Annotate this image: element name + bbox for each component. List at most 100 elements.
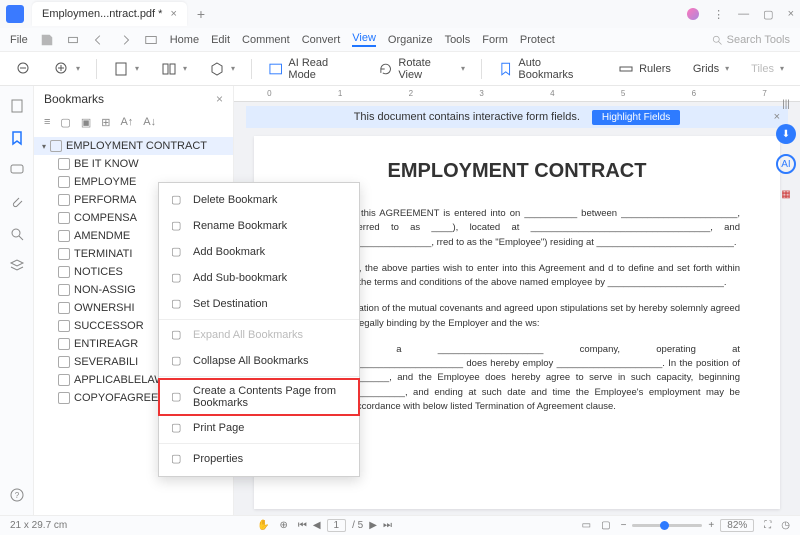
zoom-out-icon[interactable]: − [621, 520, 627, 531]
fullscreen-icon[interactable]: ⛶ [764, 520, 771, 531]
menu-organize[interactable]: Organize [388, 34, 433, 46]
context-menu-item[interactable]: ▢Properties [159, 446, 359, 472]
thumbnails-icon[interactable] [9, 98, 25, 114]
context-menu-item[interactable]: ▢Add Sub-bookmark [159, 265, 359, 291]
close-window-icon[interactable]: × [788, 8, 794, 20]
context-menu-item[interactable]: ▢Create a Contents Page from Bookmarks [159, 379, 359, 415]
page-mode-button[interactable]: ▾ [155, 57, 193, 81]
undo-icon[interactable] [92, 33, 106, 47]
page-layout-button[interactable]: ▾ [107, 57, 145, 81]
next-page-icon[interactable]: ▶ [369, 520, 377, 531]
menu-convert[interactable]: Convert [302, 34, 341, 46]
new-tab-button[interactable]: + [197, 6, 205, 22]
attachments-icon[interactable] [9, 194, 25, 210]
menu-tools[interactable]: Tools [445, 34, 471, 46]
bookmarks-panel-title: Bookmarks [44, 92, 104, 106]
context-menu-item[interactable]: ▢Add Bookmark [159, 239, 359, 265]
highlight-fields-button[interactable]: Highlight Fields [592, 110, 680, 125]
status-bar: 21 x 29.7 cm ✋ ⊕ ⏮ ◀ 1 / 5 ▶ ⏭ ▭ ▢ − + 8… [0, 515, 800, 535]
file-menu[interactable]: File [10, 34, 28, 46]
close-tab-icon[interactable]: × [170, 8, 176, 20]
rulers-button[interactable]: Rulers [612, 57, 677, 81]
doc-paragraph: KNOWN , that this AGREEMENT is entered i… [294, 207, 740, 250]
context-menu-item[interactable]: ▢Set Destination [159, 291, 359, 317]
minimize-icon[interactable]: — [738, 8, 749, 20]
search-panel-icon[interactable] [9, 226, 25, 242]
bm-delete-icon[interactable]: ▣ [81, 116, 91, 129]
mail-icon[interactable] [144, 33, 158, 47]
menu-home[interactable]: Home [170, 34, 199, 46]
horizontal-ruler: 01234567 [234, 86, 800, 102]
tab-title: Employmen...ntract.pdf * [42, 8, 162, 20]
bookmarks-icon[interactable] [9, 130, 25, 146]
context-menu-item[interactable]: ▢Rename Bookmark [159, 213, 359, 239]
zoom-slider[interactable] [632, 524, 702, 527]
zoom-out-button[interactable] [10, 57, 38, 81]
comments-icon[interactable] [9, 162, 25, 178]
tiles-button[interactable]: Tiles▾ [745, 59, 790, 79]
grids-button[interactable]: Grids▾ [687, 59, 735, 79]
titlebar: Employmen...ntract.pdf * × + ⋮ — ▢ × [0, 0, 800, 28]
doc-paragraph: RE, in consideration of the mutual coven… [294, 302, 740, 331]
menu-view[interactable]: View [352, 32, 376, 47]
bm-add-icon[interactable]: ▢ [60, 116, 70, 129]
banner-message: This document contains interactive form … [354, 111, 580, 123]
redo-icon[interactable] [118, 33, 132, 47]
bm-expand-icon[interactable]: ⊞ [101, 116, 110, 129]
layers-icon[interactable] [9, 258, 25, 274]
bookmark-item[interactable]: BE IT KNOW [34, 155, 233, 173]
zoom-in-icon[interactable]: + [708, 520, 714, 531]
print-icon[interactable] [66, 33, 80, 47]
svg-text:?: ? [14, 491, 19, 500]
save-icon[interactable] [40, 33, 54, 47]
doc-paragraph: ____________: a ____________________ com… [294, 343, 740, 414]
maximize-icon[interactable]: ▢ [763, 8, 773, 21]
clock-icon[interactable]: ◷ [781, 520, 790, 531]
doc-title: EMPLOYMENT CONTRACT [294, 160, 740, 183]
office-icon[interactable]: ▦ [776, 184, 796, 204]
hand-tool-icon[interactable]: ✋ [257, 520, 269, 531]
context-menu-item[interactable]: ▢Print Page [159, 415, 359, 441]
fit-width-icon[interactable]: ▭ [582, 520, 591, 531]
bm-font-dec-icon[interactable]: A↓ [143, 116, 156, 129]
close-panel-icon[interactable]: × [216, 92, 223, 106]
zoom-controls: − + 82% [621, 519, 755, 532]
help-icon[interactable]: ? [9, 487, 25, 503]
page-number-input[interactable]: 1 [327, 519, 347, 532]
menu-comment[interactable]: Comment [242, 34, 290, 46]
menu-protect[interactable]: Protect [520, 34, 555, 46]
auto-bookmarks-button[interactable]: Auto Bookmarks [492, 53, 602, 85]
window-controls: ⋮ — ▢ × [687, 8, 794, 21]
select-tool-icon[interactable]: ⊕ [279, 520, 287, 531]
page-total: / 5 [352, 520, 363, 531]
context-menu-item[interactable]: ▢Delete Bookmark [159, 187, 359, 213]
download-icon[interactable]: ⬇ [776, 124, 796, 144]
bookmarks-toolbar: ≡ ▢ ▣ ⊞ A↑ A↓ [34, 112, 233, 133]
bm-list-icon[interactable]: ≡ [44, 116, 50, 129]
search-tools[interactable]: Search Tools [711, 34, 790, 46]
ai-assistant-icon[interactable]: AI [776, 154, 796, 174]
menu-form[interactable]: Form [482, 34, 508, 46]
zoom-value[interactable]: 82% [720, 519, 754, 532]
profile-icon[interactable] [687, 8, 699, 20]
form-fields-banner: This document contains interactive form … [246, 106, 788, 128]
sidebar-toggle-icon[interactable]: ||| [776, 94, 796, 114]
zoom-in-button[interactable]: ▾ [48, 57, 86, 81]
menubar: File Home Edit Comment Convert View Orga… [0, 28, 800, 52]
fit-page-icon[interactable]: ▢ [601, 520, 610, 531]
first-page-icon[interactable]: ⏮ [298, 520, 307, 531]
ai-read-mode-button[interactable]: AI Read Mode [262, 53, 362, 85]
bm-font-inc-icon[interactable]: A↑ [120, 116, 133, 129]
read-mode-button[interactable]: ▾ [203, 57, 241, 81]
prev-page-icon[interactable]: ◀ [313, 520, 321, 531]
menu-edit[interactable]: Edit [211, 34, 230, 46]
app-icon [6, 5, 24, 23]
page-dimensions: 21 x 29.7 cm [10, 520, 67, 531]
last-page-icon[interactable]: ⏭ [383, 520, 392, 531]
bookmark-root[interactable]: ▾EMPLOYMENT CONTRACT [34, 137, 233, 155]
context-menu-item[interactable]: ▢Collapse All Bookmarks [159, 348, 359, 374]
bookmark-context-menu: ▢Delete Bookmark▢Rename Bookmark▢Add Boo… [158, 182, 360, 477]
document-tab[interactable]: Employmen...ntract.pdf * × [32, 2, 187, 26]
menu-dots-icon[interactable]: ⋮ [713, 8, 724, 21]
rotate-view-button[interactable]: Rotate View▾ [372, 53, 471, 85]
